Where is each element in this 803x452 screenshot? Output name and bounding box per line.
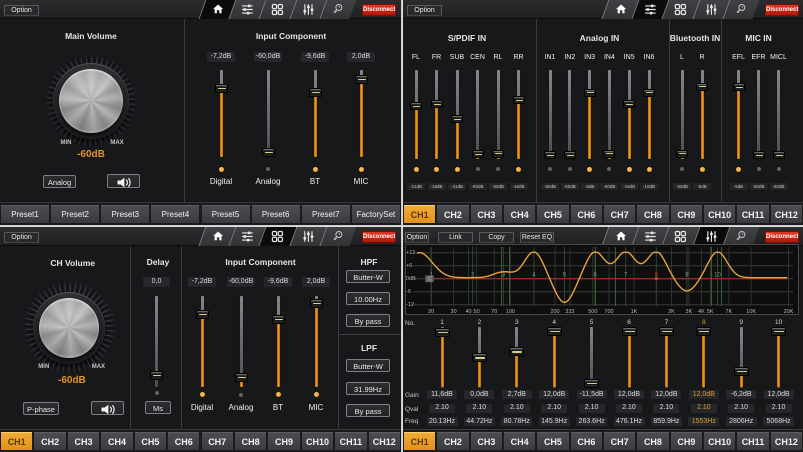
- svg-text:5: 5: [563, 273, 567, 279]
- svg-text:4: 4: [532, 273, 536, 279]
- svg-text:7: 7: [624, 273, 628, 279]
- svg-text:10: 10: [714, 273, 721, 279]
- svg-text:6: 6: [593, 273, 597, 279]
- svg-text:3: 3: [502, 273, 506, 279]
- svg-text:8: 8: [655, 273, 659, 279]
